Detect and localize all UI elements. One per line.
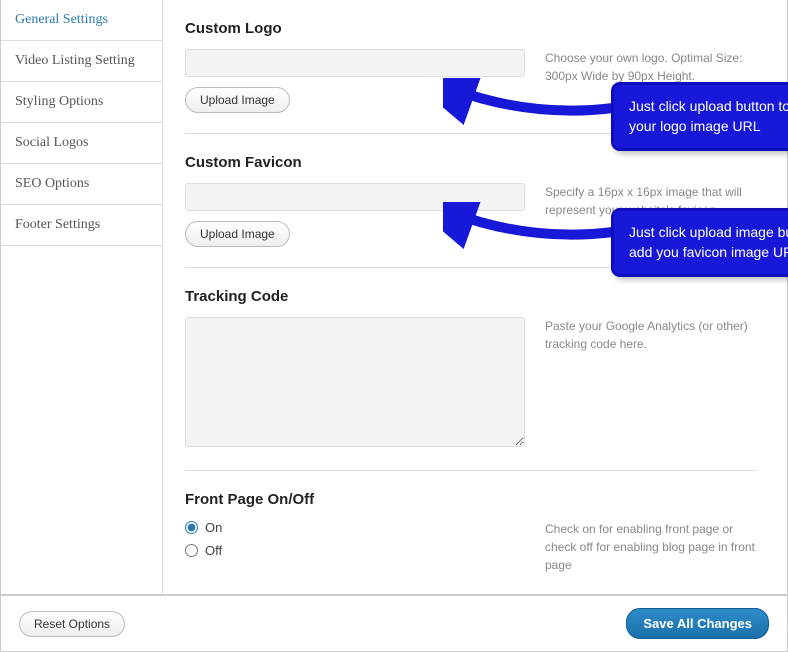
upload-favicon-button[interactable]: Upload Image — [185, 221, 290, 247]
section-title-favicon: Custom Favicon — [185, 154, 757, 171]
sidebar-item-video[interactable]: Video Listing Setting — [1, 41, 162, 82]
callout-logo: Just click upload button to add your log… — [611, 82, 788, 151]
sidebar: General Settings Video Listing Setting S… — [1, 0, 163, 594]
sidebar-item-styling[interactable]: Styling Options — [1, 82, 162, 123]
sidebar-item-general[interactable]: General Settings — [1, 0, 162, 41]
frontpage-off-option[interactable]: Off — [185, 543, 525, 558]
section-front-page: Front Page On/Off On Off Check on for en… — [185, 491, 757, 574]
section-title-frontpage: Front Page On/Off — [185, 491, 757, 508]
save-all-changes-button[interactable]: Save All Changes — [626, 608, 769, 639]
callout-logo-text: Just click upload button to add your log… — [629, 98, 788, 134]
frontpage-help-text: Check on for enabling front page or chec… — [545, 520, 757, 574]
sidebar-item-footer[interactable]: Footer Settings — [1, 205, 162, 246]
logo-url-input[interactable] — [185, 49, 525, 77]
section-tracking-code: Tracking Code Paste your Google Analytic… — [185, 288, 757, 471]
sidebar-item-seo[interactable]: SEO Options — [1, 164, 162, 205]
section-title-logo: Custom Logo — [185, 20, 757, 37]
settings-panel: General Settings Video Listing Setting S… — [0, 0, 788, 595]
callout-favicon-text: Just click upload image button to add yo… — [629, 224, 788, 260]
frontpage-on-option[interactable]: On — [185, 520, 525, 535]
main-content: Custom Logo Upload Image Choose your own… — [163, 0, 787, 594]
frontpage-off-label: Off — [205, 543, 222, 558]
tracking-help-text: Paste your Google Analytics (or other) t… — [545, 317, 757, 450]
frontpage-on-label: On — [205, 520, 222, 535]
favicon-url-input[interactable] — [185, 183, 525, 211]
footer-bar: Reset Options Save All Changes — [0, 595, 788, 652]
section-title-tracking: Tracking Code — [185, 288, 757, 305]
callout-favicon: Just click upload image button to add yo… — [611, 208, 788, 277]
sidebar-item-social[interactable]: Social Logos — [1, 123, 162, 164]
frontpage-on-radio[interactable] — [185, 521, 198, 534]
tracking-code-textarea[interactable] — [185, 317, 525, 447]
upload-logo-button[interactable]: Upload Image — [185, 87, 290, 113]
frontpage-off-radio[interactable] — [185, 544, 198, 557]
reset-options-button[interactable]: Reset Options — [19, 611, 125, 637]
